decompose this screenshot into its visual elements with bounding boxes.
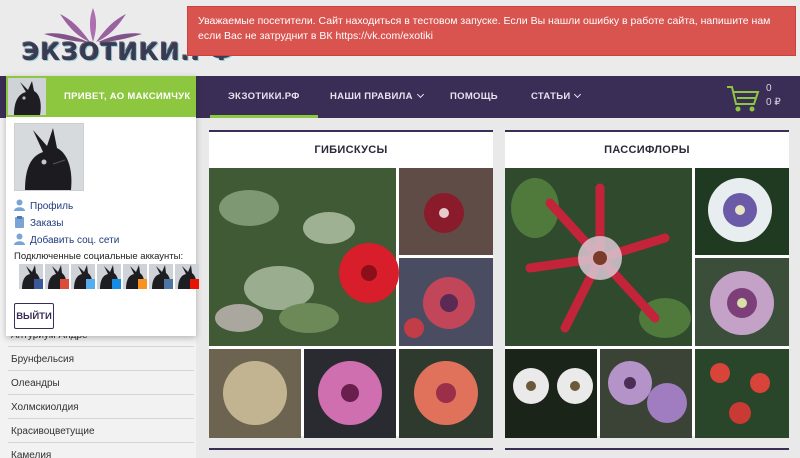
add-social-link[interactable]: Добавить соц. сети (14, 233, 119, 247)
profile-link[interactable]: Профиль (14, 199, 73, 213)
cart-count: 0 (766, 83, 772, 94)
vk-account-icon[interactable] (149, 264, 173, 289)
site-logo[interactable]: ЭКЗОТИКИ.РФ (10, 8, 233, 68)
chevron-down-icon (416, 90, 424, 99)
shopping-cart-icon[interactable] (726, 84, 760, 114)
user-icon (14, 199, 25, 211)
logout-button[interactable]: ВЫЙТИ (14, 303, 54, 329)
nav-item-rules[interactable]: НАШИ ПРАВИЛА (330, 76, 424, 118)
nav-label: ПОМОЩЬ (450, 91, 498, 102)
orders-link[interactable]: Заказы (14, 216, 63, 230)
google-account-icon[interactable] (45, 264, 69, 289)
twitter-account-icon[interactable] (71, 264, 95, 289)
sidebar-item[interactable]: Брунфельсия (8, 349, 194, 371)
profile-link-label: Профиль (30, 201, 74, 212)
profile-photo[interactable] (14, 123, 84, 191)
odnoklassniki-account-icon[interactable] (123, 264, 147, 289)
card-title: ГИБИСКУСЫ (314, 144, 388, 156)
add-user-icon (14, 233, 25, 245)
cart-sum: 0 ₽ (766, 97, 781, 108)
sidebar-item[interactable]: Красивоцветущие (8, 421, 194, 443)
orders-icon (15, 216, 24, 228)
site-header: ЭКЗОТИКИ.РФ Уважаемые посетители. Сайт н… (0, 0, 800, 76)
profile-photo-image (15, 124, 83, 190)
facebook-account-icon[interactable] (19, 264, 43, 289)
sidebar-item[interactable]: Олеандры (8, 373, 194, 395)
nav-item-help[interactable]: ПОМОЩЬ (450, 76, 498, 118)
passiflora-photo-collage (505, 168, 789, 438)
add-social-link-label: Добавить соц. сети (30, 235, 120, 246)
nav-item-home[interactable]: ЭКЗОТИКИ.РФ (210, 76, 318, 118)
vk-link[interactable]: https://vk.com/exotiki (335, 30, 432, 42)
social-accounts-label: Подключенные социальные аккаунты: (14, 251, 184, 262)
orders-link-label: Заказы (30, 218, 64, 229)
sidebar-item[interactable]: Камелия (8, 445, 194, 458)
hibiscus-photo-collage (209, 168, 493, 438)
user-greeting: ПРИВЕТ, АО МАКСИМЧУК (64, 91, 191, 102)
user-dropdown: ПРИВЕТ, АО МАКСИМЧУК Профиль Заказы Доба… (6, 76, 199, 336)
sidebar-item[interactable]: Холмскиолдия (8, 397, 194, 419)
category-card-hibiscus[interactable]: ГИБИСКУСЫ (209, 130, 493, 438)
mail-account-icon[interactable] (97, 264, 121, 289)
card-divider (505, 448, 789, 450)
test-mode-alert: Уважаемые посетители. Сайт находиться в … (187, 6, 796, 56)
nav-label: ЭКЗОТИКИ.РФ (228, 91, 300, 102)
yandex-account-icon[interactable] (175, 264, 199, 289)
avatar (8, 78, 46, 115)
card-divider (209, 448, 493, 450)
category-card-passiflora[interactable]: ПАССИФЛОРЫ (505, 130, 789, 438)
nav-label: НАШИ ПРАВИЛА (330, 91, 413, 102)
chevron-down-icon (574, 90, 582, 99)
alert-text: Уважаемые посетители. Сайт находиться в … (198, 15, 771, 42)
nav-label: СТАТЬИ (531, 91, 571, 102)
card-title: ПАССИФЛОРЫ (604, 144, 690, 156)
user-menu-header[interactable]: ПРИВЕТ, АО МАКСИМЧУК (6, 76, 196, 117)
nav-item-articles[interactable]: СТАТЬИ (531, 76, 582, 118)
